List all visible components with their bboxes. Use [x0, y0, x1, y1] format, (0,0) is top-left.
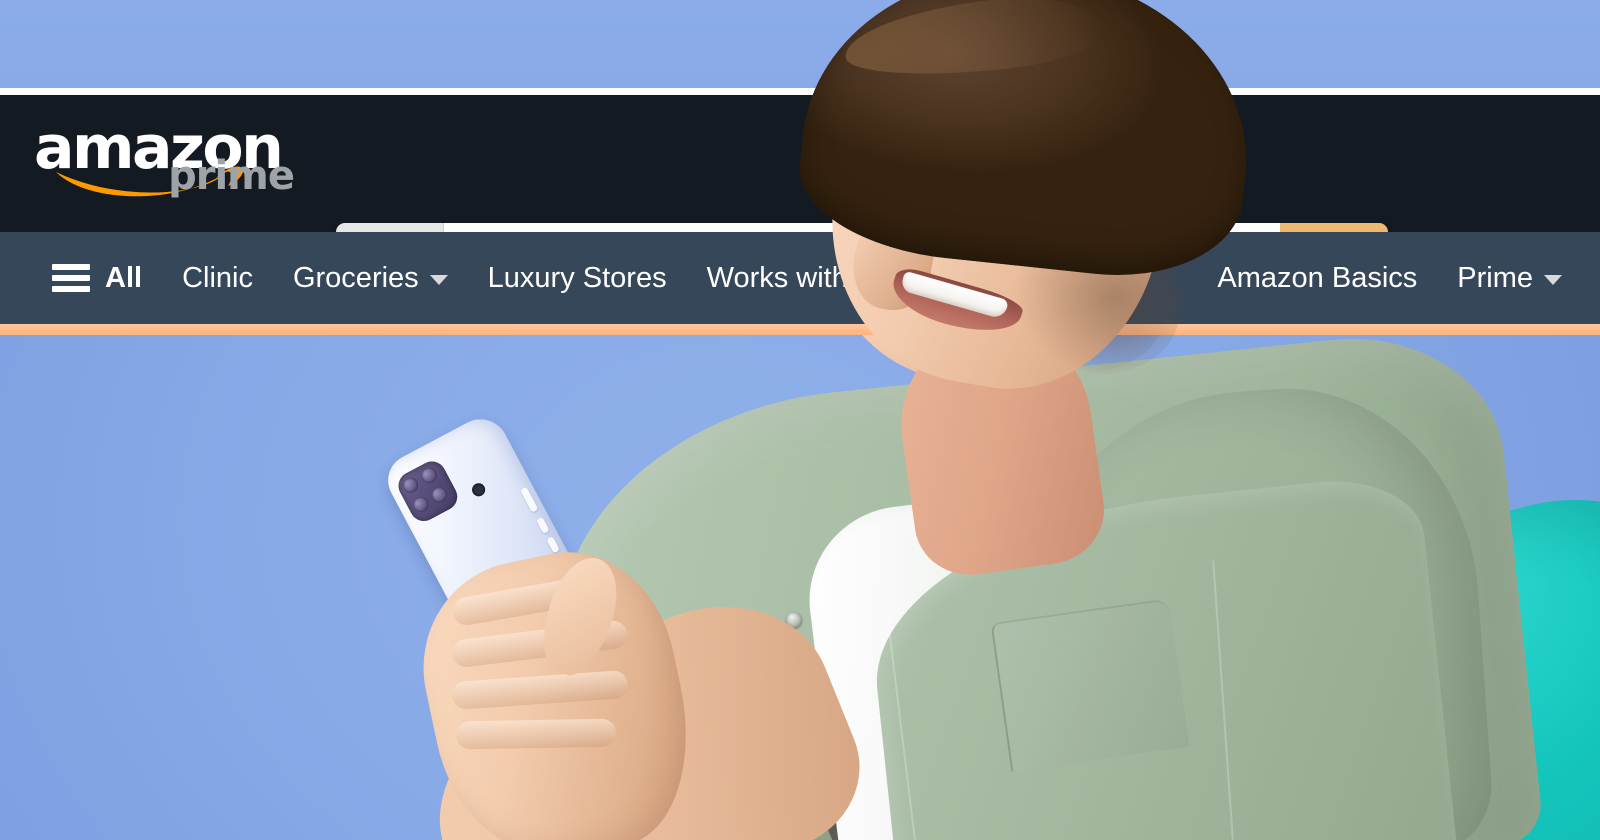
- top-blue-strip: [0, 0, 1600, 88]
- prime-wordmark: prime: [168, 152, 295, 199]
- amazon-nav-bar: All Clinic Groceries Luxury Stores Works…: [0, 232, 1600, 324]
- chevron-down-icon: [1544, 275, 1562, 285]
- nav-item-label: All: [105, 261, 143, 294]
- nav-item-label: Clinic: [182, 261, 253, 294]
- nav-item-label: Works with Alexa: [706, 261, 927, 294]
- nav-item-list: All Clinic Groceries Luxury Stores Works…: [0, 232, 1600, 324]
- nav-bottom-accent-border: [0, 324, 1600, 335]
- header-top-white-rule: [0, 88, 1600, 95]
- nav-item-label: Luxury Stores: [487, 261, 667, 294]
- amazon-header-bar: amazon prime All Search Amazon: [0, 95, 1600, 297]
- amazon-prime-logo[interactable]: amazon prime: [30, 114, 295, 214]
- nav-item-label: Prime: [1457, 261, 1533, 294]
- nav-item-clinic[interactable]: Clinic: [162, 249, 273, 307]
- nav-item-prime[interactable]: Prime: [1437, 249, 1582, 307]
- nav-item-works-with-alexa[interactable]: Works with Alexa: [687, 249, 947, 307]
- nav-item-label: Amazon Basics: [1217, 261, 1418, 294]
- hamburger-icon: [52, 264, 90, 292]
- chevron-down-icon: [429, 275, 448, 285]
- nav-item-all[interactable]: All: [32, 249, 162, 307]
- nav-item-luxury-stores[interactable]: Luxury Stores: [468, 249, 687, 307]
- nav-item-label: Groceries: [292, 261, 419, 294]
- nav-item-amazon-basics[interactable]: Amazon Basics: [1197, 249, 1437, 307]
- nav-item-groceries[interactable]: Groceries: [273, 249, 468, 307]
